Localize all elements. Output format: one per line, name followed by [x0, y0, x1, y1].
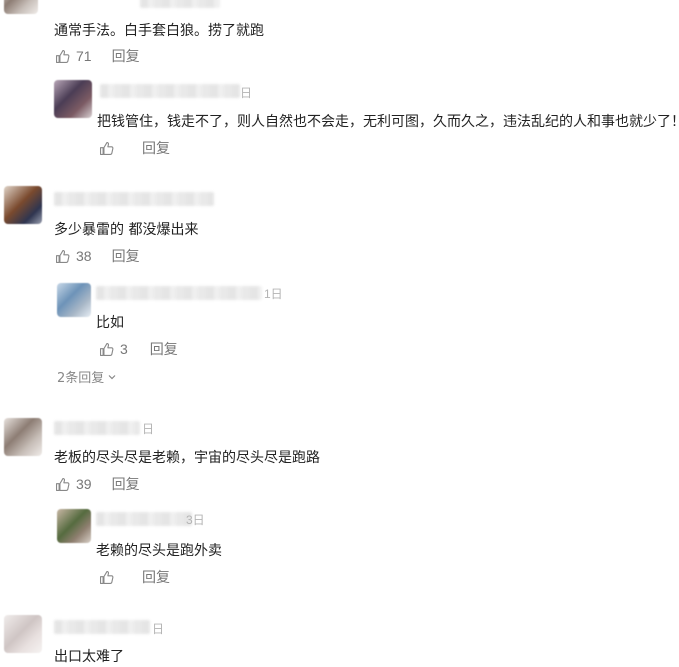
avatar[interactable]: [4, 0, 38, 14]
comment-text: 老板的尽头尽是老赖，宇宙的尽头尽是跑路: [54, 450, 320, 466]
thumbs-up-icon: [55, 477, 70, 491]
like-button[interactable]: 71: [54, 48, 92, 65]
username-blurred: [54, 421, 140, 435]
comment-actions: 38 回复: [54, 246, 140, 266]
reply-actions: 回复: [98, 138, 170, 158]
reply-actions: 回复: [98, 567, 170, 587]
avatar[interactable]: [4, 615, 42, 653]
comment-text: 多少暴雷的 都没爆出来: [54, 222, 199, 238]
thumbs-up-icon: [99, 342, 114, 356]
like-count: 38: [76, 248, 92, 264]
like-count: 71: [76, 48, 92, 64]
comment-actions: 71 回复: [54, 46, 140, 66]
like-count: 3: [120, 341, 128, 357]
reply-button[interactable]: 回复: [112, 46, 140, 66]
more-replies-toggle[interactable]: 2条回复: [57, 367, 117, 386]
reply-text: 把钱管住，钱走不了，则人自然也不会走，无利可图，久而久之，违法乱纪的人和事也就少…: [97, 114, 679, 130]
reply-text: 比如: [96, 315, 124, 331]
avatar[interactable]: [4, 418, 42, 456]
reply-date: 1日: [264, 287, 283, 301]
like-count: 39: [76, 476, 92, 492]
comment-actions: 39 回复: [54, 474, 140, 494]
like-button[interactable]: [98, 569, 120, 586]
username-blurred: [96, 512, 192, 526]
avatar[interactable]: [54, 80, 92, 118]
avatar[interactable]: [57, 509, 91, 543]
like-button[interactable]: 3: [98, 341, 128, 358]
reply-actions: 3 回复: [98, 339, 178, 359]
more-replies-label: 2条回复: [57, 371, 105, 386]
username-blurred: [54, 192, 214, 206]
comment-date: 日: [152, 622, 165, 636]
thumbs-up-icon: [99, 141, 114, 155]
comment-date: 日: [142, 422, 155, 436]
chevron-down-icon: [108, 374, 116, 379]
thumbs-up-icon: [99, 570, 114, 584]
username-blurred: [100, 84, 240, 98]
like-button[interactable]: [98, 140, 120, 157]
reply-text: 老赖的尽头是跑外卖: [96, 543, 222, 559]
like-button[interactable]: 38: [54, 248, 92, 265]
reply-date: 日: [240, 86, 253, 100]
reply-date: 3日: [186, 513, 205, 527]
thumbs-up-icon: [55, 49, 70, 63]
reply-button[interactable]: 回复: [112, 474, 140, 494]
avatar[interactable]: [57, 283, 91, 317]
like-button[interactable]: 39: [54, 476, 92, 493]
avatar[interactable]: [4, 186, 42, 224]
reply-button[interactable]: 回复: [142, 138, 170, 158]
comment-text: 通常手法。白手套白狼。捞了就跑: [54, 23, 264, 39]
comment-1-header: [0, 0, 679, 18]
username-blurred: [96, 286, 262, 300]
thumbs-up-icon: [55, 249, 70, 263]
reply-button[interactable]: 回复: [150, 339, 178, 359]
username-blurred: [140, 0, 220, 8]
comment-text: 出口太难了: [54, 649, 124, 665]
username-blurred: [54, 620, 150, 634]
reply-button[interactable]: 回复: [112, 246, 140, 266]
reply-button[interactable]: 回复: [142, 567, 170, 587]
